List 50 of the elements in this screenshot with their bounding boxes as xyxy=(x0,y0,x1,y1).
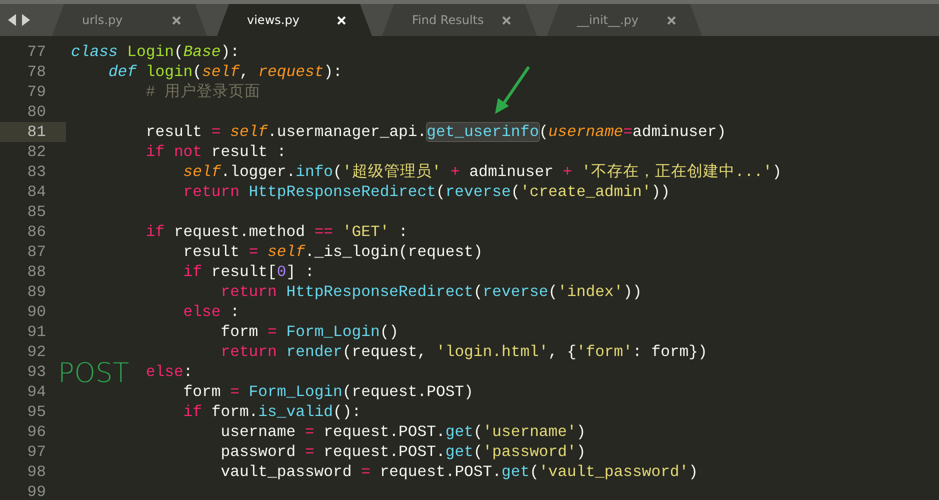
line-number: 94 xyxy=(26,382,47,402)
line-number: 96 xyxy=(26,422,47,442)
code-line: result = self._is_login(request) xyxy=(183,243,483,261)
arrow-icon xyxy=(492,66,532,116)
code-line: def login(self, request): xyxy=(108,63,342,81)
code-line: return HttpResponseRedirect(reverse('index')) xyxy=(220,283,642,301)
line-number: 91 xyxy=(26,322,47,342)
code-line: return HttpResponseRedirect(reverse('create_admin')) xyxy=(183,183,670,201)
line-number: 98 xyxy=(26,462,47,482)
code-line: return render(request, 'login.html', {'form': form}) xyxy=(220,343,708,361)
line-number: 87 xyxy=(26,242,47,262)
code-line: if result[0] : xyxy=(183,263,314,281)
line-number: 79 xyxy=(26,82,47,102)
code-line: class Login(Base): xyxy=(71,43,240,61)
line-number: 78 xyxy=(26,62,47,82)
line-number: 89 xyxy=(26,282,47,302)
line-number: 85 xyxy=(26,202,47,222)
line-number: 81 xyxy=(0,122,66,142)
code-line: if request.method == 'GET' : xyxy=(146,223,408,241)
line-number: 84 xyxy=(26,182,47,202)
annotation-label: POST xyxy=(58,358,130,390)
line-number: 82 xyxy=(26,142,47,162)
code-line: self.logger.info('超级管理员' + adminuser + '不存在，正在创建中...') xyxy=(183,163,782,181)
code-line: username = request.POST.get('username') xyxy=(220,423,586,441)
code-line: form = Form_Login() xyxy=(220,323,399,341)
file-tab[interactable]: __init__.py xyxy=(547,4,702,36)
code-line: if not result : xyxy=(146,143,286,161)
code-line: password = request.POST.get('password') xyxy=(220,443,586,461)
file-tab[interactable]: urls.py xyxy=(52,4,207,36)
line-number: 88 xyxy=(26,262,47,282)
line-number: 83 xyxy=(26,162,47,182)
code-line: form = Form_Login(request.POST) xyxy=(183,383,474,401)
line-number: 99 xyxy=(26,482,47,500)
line-number: 93 xyxy=(26,362,47,382)
line-number: 86 xyxy=(26,222,47,242)
code-line: else : xyxy=(183,303,240,321)
code-line: else: xyxy=(146,363,193,381)
navigation-arrows-icon[interactable] xyxy=(8,14,30,26)
file-tab[interactable]: Find Results xyxy=(382,4,537,36)
code-line: vault_password = request.POST.get('vault_password') xyxy=(220,463,698,481)
line-number: 95 xyxy=(26,402,47,422)
code-line: # 用户登录页面 xyxy=(146,83,261,101)
code-line: result = self.usermanager_api.get_userinfo(username=adminuser) xyxy=(146,123,726,141)
line-number: 90 xyxy=(26,302,47,322)
line-number: 92 xyxy=(26,342,47,362)
line-number: 77 xyxy=(26,42,47,62)
code-line: if form.is_valid(): xyxy=(183,403,362,421)
file-tab[interactable]: views.py xyxy=(217,4,372,36)
line-number: 97 xyxy=(26,442,47,462)
line-number: 80 xyxy=(26,102,47,122)
